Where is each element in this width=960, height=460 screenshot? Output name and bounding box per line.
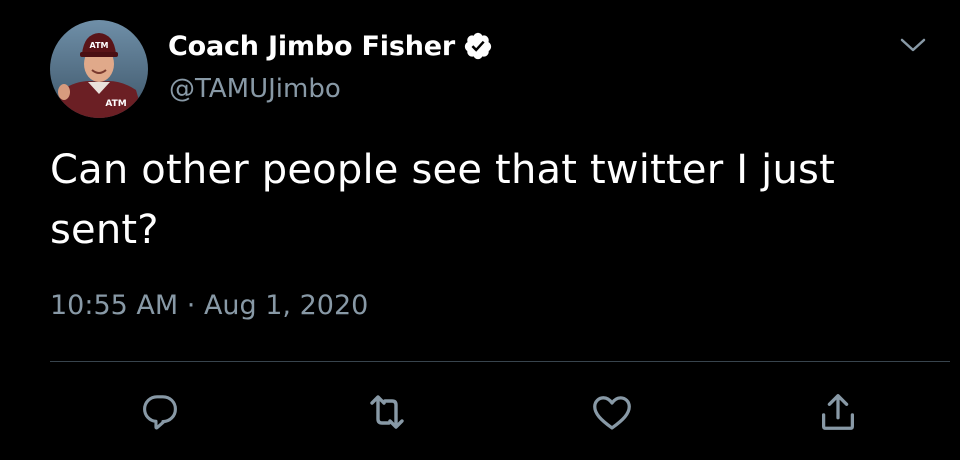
tweet-text: Can other people see that twitter I just… [50, 147, 835, 253]
tweet-timestamp[interactable]: 10:55 AM · Aug 1, 2020 [50, 290, 368, 321]
divider [50, 361, 950, 362]
retweet-arrows-icon [370, 395, 404, 429]
retweet-button[interactable] [363, 388, 411, 436]
speech-bubble-icon [143, 395, 177, 430]
author-name-row: Coach Jimbo Fisher [168, 28, 493, 64]
tweet-card: ATM ATM Coach Jimbo Fisher @TAMUJimbo Ca… [0, 0, 960, 460]
display-name[interactable]: Coach Jimbo Fisher [168, 31, 455, 62]
share-upload-icon [821, 394, 855, 430]
like-button[interactable] [588, 388, 636, 436]
chevron-down-icon[interactable] [896, 30, 930, 60]
heart-icon [593, 396, 631, 430]
reply-button[interactable] [136, 388, 184, 436]
tweet-time: 10:55 AM [50, 290, 179, 321]
timestamp-separator: · [186, 290, 196, 321]
svg-text:ATM: ATM [90, 41, 109, 50]
avatar[interactable]: ATM ATM [50, 20, 148, 118]
author-handle[interactable]: @TAMUJimbo [169, 74, 341, 104]
verified-badge-icon [463, 31, 493, 61]
share-button[interactable] [814, 388, 862, 436]
avatar-photo: ATM ATM [50, 20, 148, 118]
tweet-date: Aug 1, 2020 [203, 290, 369, 321]
svg-text:ATM: ATM [105, 99, 126, 109]
